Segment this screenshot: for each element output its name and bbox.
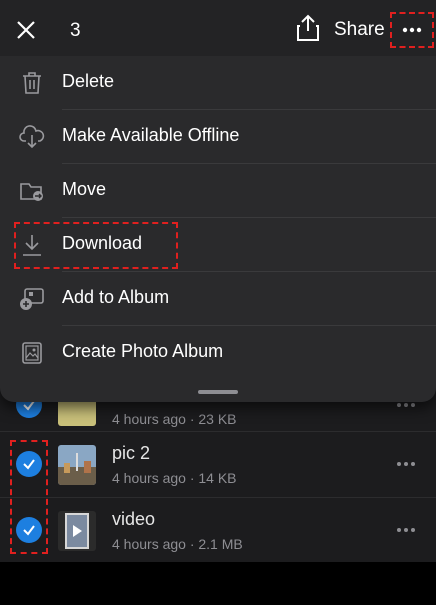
file-name: pic 2: [112, 443, 151, 463]
close-icon[interactable]: [12, 16, 40, 44]
file-meta: 4 hours ago · 14 KB: [112, 470, 237, 486]
add-to-album-icon: [18, 286, 46, 312]
menu-item-move[interactable]: Move: [0, 164, 436, 218]
trash-icon: [18, 70, 46, 96]
share-label: Share: [334, 19, 385, 40]
menu-item-label: Move: [62, 179, 107, 199]
menu-item-label: Delete: [62, 71, 115, 91]
file-row[interactable]: pic 2 4 hours ago · 14 KB: [0, 431, 436, 498]
file-thumbnail: [58, 445, 96, 485]
row-more-icon[interactable]: [392, 454, 420, 474]
share-button[interactable]: Share: [296, 14, 385, 46]
share-icon: [296, 14, 320, 47]
file-meta: 4 hours ago · 2.1 MB: [112, 536, 243, 552]
selection-toolbar: 3 Share: [0, 0, 436, 56]
cloud-download-icon: [18, 124, 46, 150]
menu-item-label: Make Available Offline: [62, 125, 240, 145]
highlight-more-button: [390, 12, 434, 48]
video-thumbnail: [58, 511, 96, 551]
sheet-grab-handle[interactable]: [198, 390, 238, 394]
menu-item-add-to-album[interactable]: Add to Album: [0, 272, 436, 326]
file-row[interactable]: video 4 hours ago · 2.1 MB: [0, 497, 436, 564]
menu-item-label: Add to Album: [62, 287, 170, 307]
highlight-download-item: [14, 222, 178, 269]
photo-album-icon: [18, 340, 46, 366]
menu-item-label: Create Photo Album: [62, 341, 224, 361]
menu-item-create-photo-album[interactable]: Create Photo Album: [0, 326, 436, 380]
menu-item-make-available-offline[interactable]: Make Available Offline: [0, 110, 436, 164]
menu-item-delete[interactable]: Delete: [0, 56, 436, 110]
file-name: video: [112, 509, 156, 529]
highlight-checkboxes: [10, 440, 48, 554]
selected-count: 3: [70, 20, 81, 41]
folder-move-icon: [18, 178, 46, 204]
file-meta: 4 hours ago · 23 KB: [112, 411, 237, 427]
action-menu-sheet: 3 Share Delete Make Available Offline Mo…: [0, 0, 436, 402]
row-more-icon[interactable]: [392, 520, 420, 540]
bottom-area: [0, 562, 436, 605]
